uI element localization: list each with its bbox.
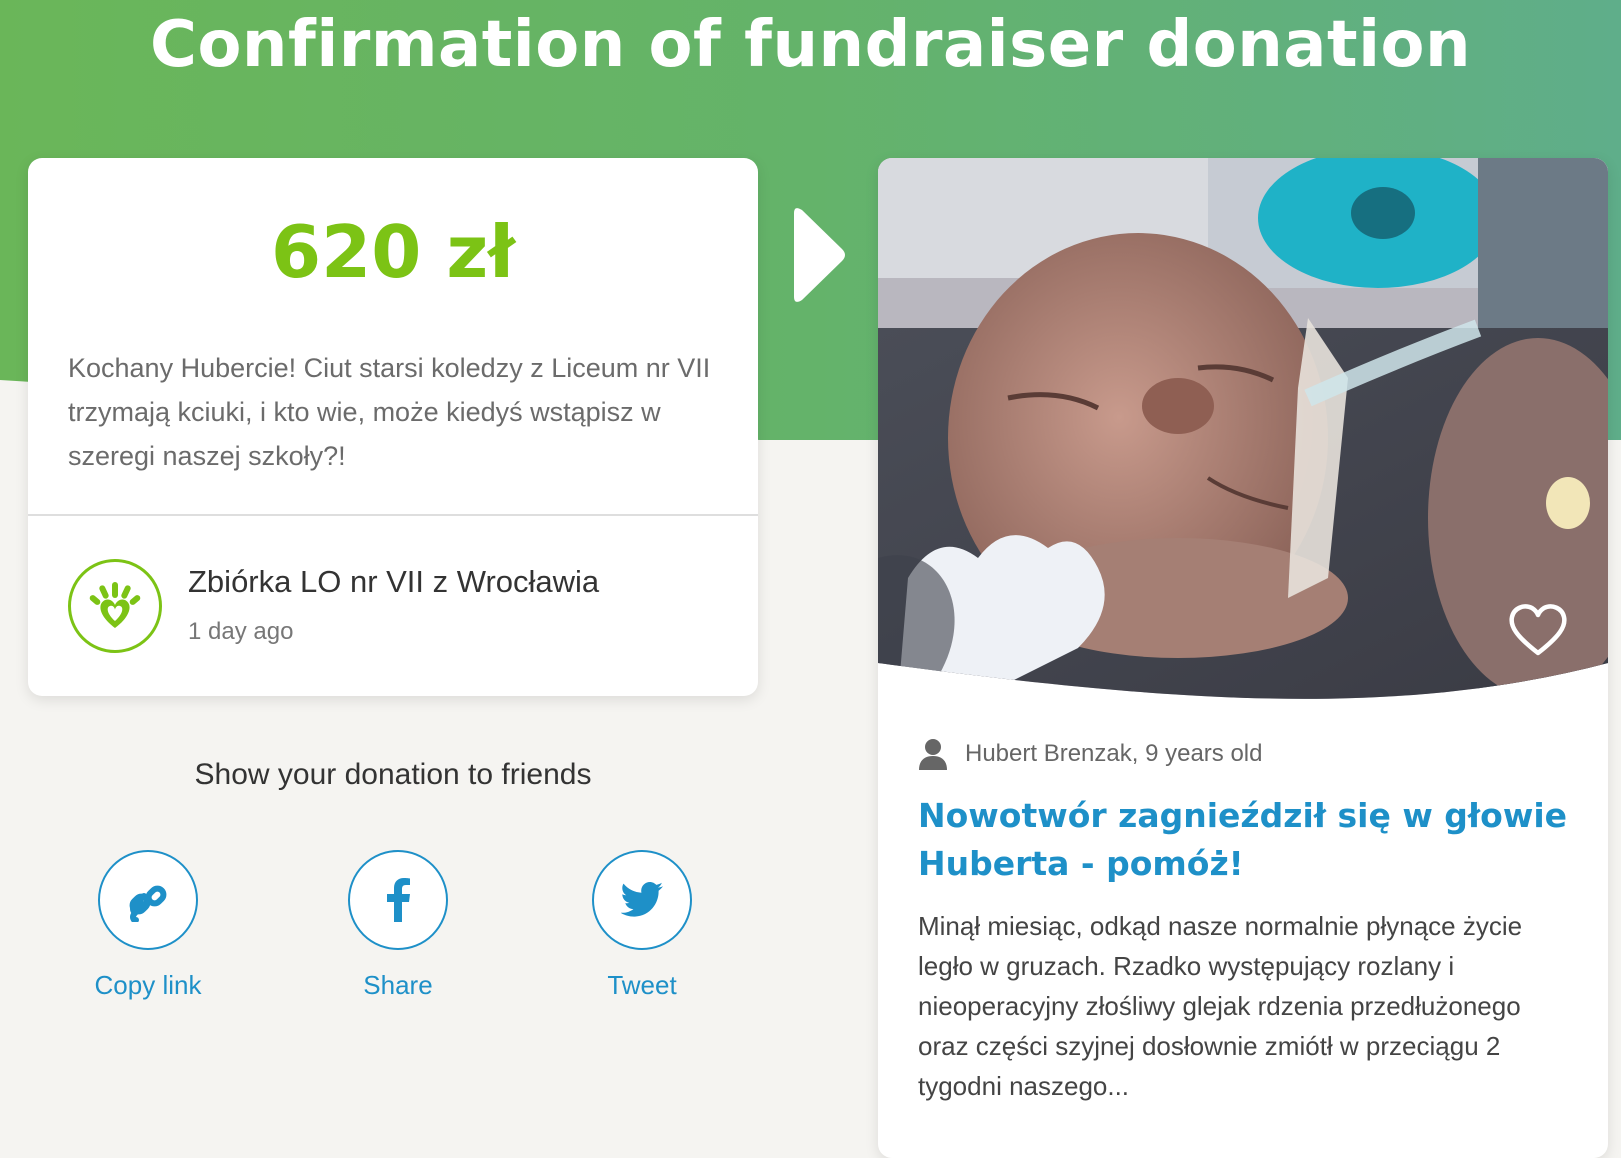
donation-amount: 620 zł — [271, 210, 515, 294]
twitter-tweet-button[interactable] — [592, 850, 692, 950]
link-icon — [129, 885, 167, 922]
campaign-photo[interactable] — [878, 158, 1608, 703]
person-icon — [919, 739, 947, 770]
campaign-title-link[interactable]: Nowotwór zagnieździł się w głowie Hubert… — [918, 792, 1578, 888]
arrow-right-icon — [794, 208, 845, 302]
donor-name: Zbiórka LO nr VII z Wrocławia — [188, 564, 600, 599]
beneficiary-info: Hubert Brenzak, 9 years old — [965, 740, 1263, 767]
divider — [28, 514, 758, 516]
twitter-icon — [621, 882, 663, 917]
tweet-label[interactable]: Tweet — [542, 970, 742, 1001]
donation-message: Kochany Hubercie! Ciut starsi koledzy z … — [68, 353, 711, 471]
copy-link-label[interactable]: Copy link — [48, 970, 248, 1001]
favorite-heart-icon[interactable] — [1506, 598, 1570, 662]
donation-card: 620 zł Kochany Hubercie! Ciut starsi kol… — [28, 158, 758, 696]
page-title: Confirmation of fundraiser donation — [149, 8, 1472, 82]
share-heading: Show your donation to friends — [194, 758, 592, 791]
campaign-card[interactable]: Hubert Brenzak, 9 years old Nowotwór zag… — [878, 158, 1608, 1158]
share-label[interactable]: Share — [298, 970, 498, 1001]
copy-link-button[interactable] — [98, 850, 198, 950]
donation-time: 1 day ago — [188, 618, 294, 645]
siepomaga-logo-icon — [68, 559, 162, 653]
campaign-description: Minął miesiąc, odkąd nasze normalnie pły… — [918, 911, 1523, 1101]
facebook-share-button[interactable] — [348, 850, 448, 950]
facebook-icon — [387, 878, 410, 922]
